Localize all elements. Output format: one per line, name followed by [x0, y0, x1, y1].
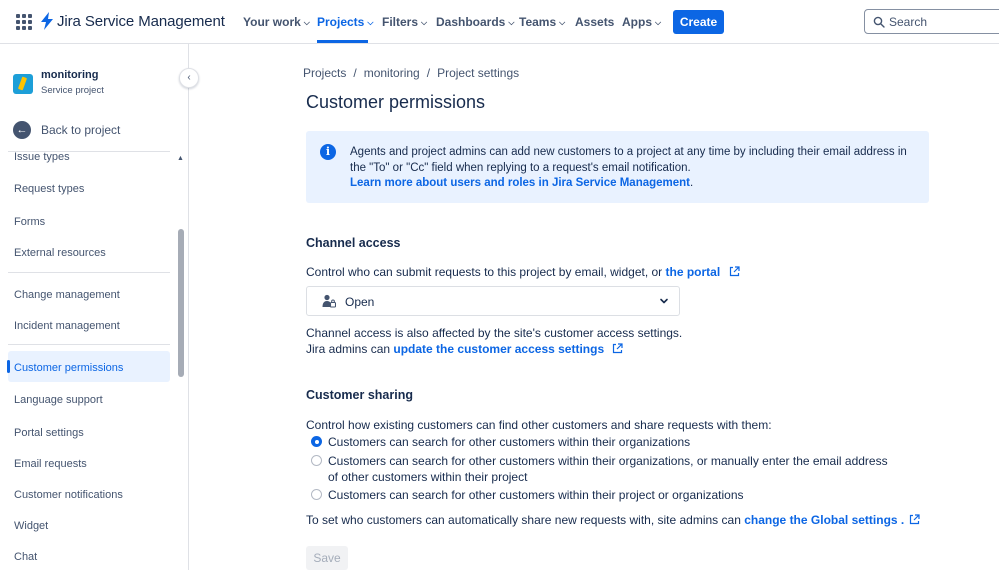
- sidebar-item-issue-types[interactable]: Issue types: [14, 151, 70, 163]
- project-avatar: [13, 74, 33, 94]
- info-text: Agents and project admins can add new cu…: [350, 146, 907, 174]
- jira-lightning-icon: [41, 12, 53, 30]
- radio-label: Customers can search for other customers…: [328, 454, 888, 484]
- update-customer-access-link[interactable]: update the customer access settings: [393, 342, 604, 356]
- create-button[interactable]: Create: [673, 10, 724, 34]
- back-label: Back to project: [41, 123, 121, 137]
- product-logo[interactable]: Jira Service Management: [40, 12, 225, 30]
- sidebar-item-incident-management[interactable]: Incident management: [14, 320, 120, 332]
- nav-dashboards[interactable]: Dashboards ⌵: [436, 15, 514, 29]
- nav-your-work[interactable]: Your work ⌵: [243, 15, 310, 29]
- sharing-option-organizations-or-email[interactable]: Customers can search for other customers…: [311, 453, 888, 485]
- channel-access-title: Channel access: [306, 236, 401, 250]
- nav-teams[interactable]: Teams ⌵: [519, 15, 565, 29]
- radio-label: Customers can search for other customers…: [328, 488, 744, 502]
- collapse-sidebar-button[interactable]: ‹: [179, 68, 199, 88]
- sidebar-item-forms[interactable]: Forms: [14, 216, 45, 228]
- save-button[interactable]: Save: [306, 546, 348, 570]
- search-icon: [873, 16, 885, 28]
- customer-sharing-title: Customer sharing: [306, 388, 413, 402]
- sidebar-item-change-management[interactable]: Change management: [14, 289, 120, 301]
- chevron-down-icon: ⌵: [367, 18, 374, 27]
- arrow-left-icon: ←: [13, 121, 31, 139]
- selected-value: Open: [345, 295, 375, 309]
- sidebar-item-portal-settings[interactable]: Portal settings: [14, 427, 84, 439]
- chevron-down-icon: ⌵: [655, 18, 662, 27]
- radio-button-checked[interactable]: [311, 436, 322, 447]
- sharing-option-organizations[interactable]: Customers can search for other customers…: [311, 434, 888, 450]
- active-nav-indicator: [317, 40, 368, 43]
- person-lock-icon: [322, 294, 336, 308]
- top-navigation: Jira Service Management Your work ⌵ Proje…: [0, 0, 999, 44]
- external-link-icon: [729, 266, 740, 277]
- chevron-left-icon: ‹: [187, 72, 191, 83]
- channel-access-admin-note: Jira admins can update the customer acce…: [306, 342, 624, 356]
- sidebar-item-request-types[interactable]: Request types: [14, 183, 84, 195]
- channel-access-note: Channel access is also affected by the s…: [306, 326, 683, 340]
- external-link-icon: [910, 514, 920, 525]
- active-item-indicator: [7, 360, 10, 373]
- external-link-icon: [613, 343, 624, 354]
- chevron-down-icon: ⌵: [303, 18, 310, 27]
- sidebar-item-chat[interactable]: Chat: [14, 551, 37, 563]
- nav-assets[interactable]: Assets: [575, 15, 614, 29]
- project-name: monitoring: [41, 69, 99, 81]
- global-settings-note: To set who customers can automatically s…: [306, 513, 920, 527]
- info-panel: i Agents and project admins can add new …: [306, 131, 929, 203]
- product-name: Jira Service Management: [57, 12, 225, 30]
- back-to-project-link[interactable]: ← Back to project: [13, 121, 120, 139]
- radio-label: Customers can search for other customers…: [328, 435, 691, 449]
- channel-access-description: Control who can submit requests to this …: [306, 265, 740, 279]
- info-link-suffix: .: [690, 177, 694, 189]
- customer-sharing-description: Control how existing customers can find …: [306, 418, 772, 432]
- info-icon: i: [320, 144, 336, 160]
- breadcrumb-projects[interactable]: Projects: [303, 66, 346, 80]
- change-global-settings-link[interactable]: change the Global settings .: [744, 513, 904, 527]
- chevron-down-icon: ⌵: [421, 18, 428, 27]
- learn-more-link[interactable]: Learn more about users and roles in Jira…: [350, 177, 690, 189]
- sidebar-item-customer-notifications[interactable]: Customer notifications: [14, 489, 123, 501]
- radio-button[interactable]: [311, 455, 322, 466]
- sharing-option-project-or-organizations[interactable]: Customers can search for other customers…: [311, 487, 888, 503]
- sidebar-item-customer-permissions[interactable]: Customer permissions: [14, 362, 123, 374]
- breadcrumb-project-settings[interactable]: Project settings: [437, 66, 519, 80]
- channel-access-select[interactable]: Open: [306, 286, 680, 316]
- divider: [8, 344, 170, 345]
- sidebar: monitoring Service project ← Back to pro…: [0, 44, 189, 570]
- sidebar-item-language-support[interactable]: Language support: [14, 394, 103, 406]
- sidebar-item-external-resources[interactable]: External resources: [14, 247, 106, 259]
- sidebar-scrollbar-thumb[interactable]: [178, 229, 184, 377]
- nav-filters[interactable]: Filters ⌵: [382, 15, 427, 29]
- search-placeholder: Search: [889, 15, 928, 29]
- sidebar-item-email-requests[interactable]: Email requests: [14, 458, 87, 470]
- scroll-up-arrow-icon[interactable]: ▲: [177, 155, 184, 162]
- chevron-down-icon: [660, 298, 668, 304]
- chevron-down-icon: ⌵: [559, 18, 566, 27]
- page-title: Customer permissions: [306, 92, 486, 112]
- nav-apps[interactable]: Apps ⌵: [622, 15, 661, 29]
- search-input[interactable]: Search: [864, 9, 999, 34]
- portal-link[interactable]: the portal: [666, 265, 721, 279]
- sidebar-item-widget[interactable]: Widget: [14, 520, 48, 532]
- divider: [8, 272, 170, 273]
- project-type: Service project: [41, 85, 104, 96]
- breadcrumb: Projects / monitoring / Project settings: [303, 66, 520, 80]
- chevron-down-icon: ⌵: [508, 18, 515, 27]
- radio-button[interactable]: [311, 489, 322, 500]
- app-switcher-icon[interactable]: [16, 14, 32, 30]
- breadcrumb-monitoring[interactable]: monitoring: [364, 66, 420, 80]
- nav-projects[interactable]: Projects ⌵: [317, 15, 373, 29]
